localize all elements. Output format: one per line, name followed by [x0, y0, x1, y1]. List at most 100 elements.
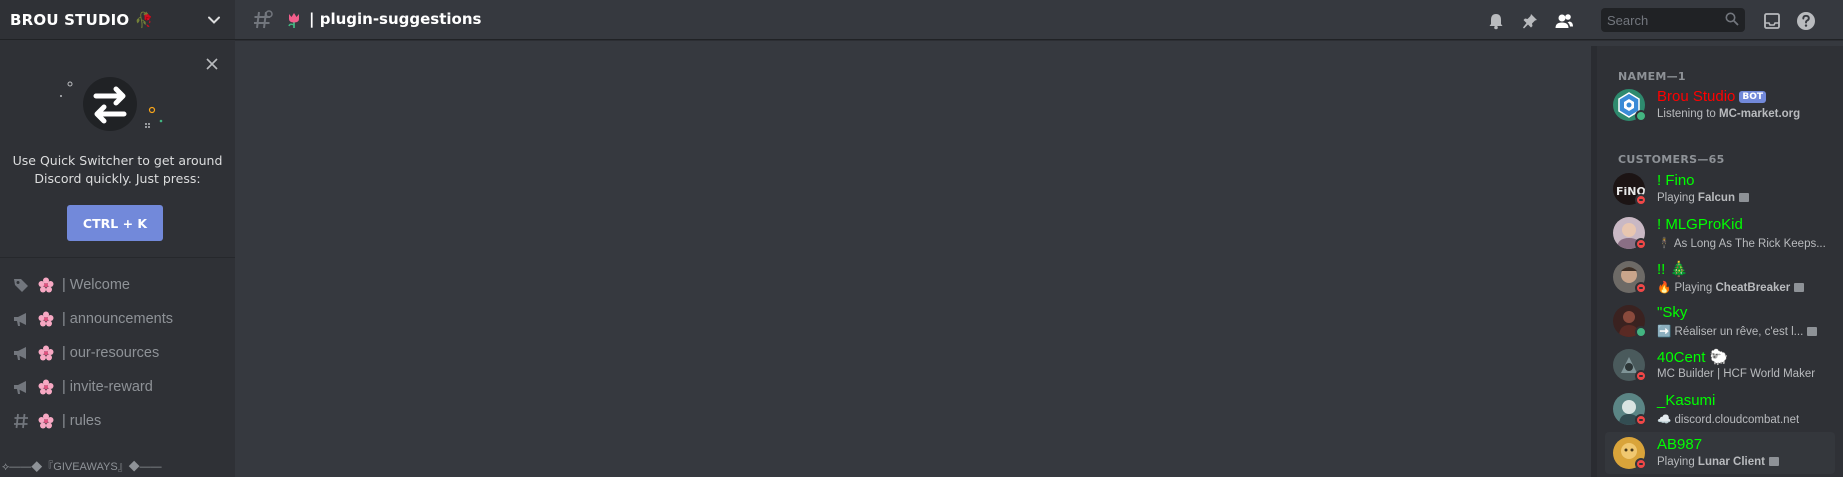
chat-area	[235, 41, 1591, 477]
channel-name: | Welcome	[62, 277, 130, 293]
hash-icon	[12, 412, 30, 430]
member-activity: ➡️ Réaliser un rêve, c'est l...	[1657, 324, 1818, 338]
member-name: !! 🎄	[1657, 261, 1689, 278]
quick-switcher-button[interactable]: CTRL + K	[67, 205, 163, 241]
member-item[interactable]: 40Cent 🐑 MC Builder | HCF World Maker	[1605, 344, 1835, 386]
bot-name: Brou Studio	[1657, 88, 1736, 105]
member-activity: 🔥 Playing CheatBreaker	[1657, 280, 1805, 294]
help-icon[interactable]	[1795, 10, 1817, 32]
activity-prefix: ☁️ discord.cloudcombat.net	[1657, 414, 1800, 426]
bot-tag: BOT	[1739, 91, 1767, 103]
member-bot[interactable]: Brou Studio BOT Listening to MC-market.or…	[1605, 84, 1835, 126]
chevron-down-icon[interactable]	[205, 11, 223, 29]
channel-announcements[interactable]: | announcements	[0, 302, 235, 336]
member-name: AB987	[1657, 436, 1703, 453]
channel-list: | Welcome | announcements | our-resource…	[0, 268, 235, 438]
rich-presence-icon	[1738, 193, 1749, 202]
dnd-status-icon	[1635, 194, 1647, 206]
member-activity: ☁️ discord.cloudcombat.net	[1657, 412, 1799, 426]
member-name: Brou Studio BOT	[1657, 88, 1767, 105]
cherry-blossom-icon	[38, 277, 54, 293]
channel-our-resources[interactable]: | our-resources	[0, 336, 235, 370]
pin-icon[interactable]	[1519, 10, 1541, 32]
quick-switcher-line2: Discord quickly. Just press:	[34, 171, 201, 186]
rich-presence-icon	[1794, 283, 1805, 292]
cherry-blossom-icon	[38, 311, 54, 327]
member-activity: 🕴 As Long As The Rick Keeps...	[1657, 236, 1826, 250]
online-status-icon	[1635, 326, 1647, 338]
member-activity: Playing Lunar Client	[1657, 456, 1780, 468]
member-name: ! MLGProKid	[1657, 216, 1743, 233]
text-channel-hash-icon	[254, 10, 273, 29]
channel-name: | our-resources	[62, 345, 160, 361]
member-item[interactable]: _Kasumi ☁️ discord.cloudcombat.net	[1605, 388, 1835, 430]
channel-title: | plugin-suggestions	[309, 10, 482, 28]
activity-prefix: Listening to	[1657, 108, 1720, 120]
quick-switcher-tip: Use Quick Switcher to get around Discord…	[0, 46, 235, 258]
activity-prefix: MC Builder | HCF World Maker	[1657, 368, 1816, 380]
megaphone-icon	[12, 378, 30, 396]
member-activity: MC Builder | HCF World Maker	[1657, 368, 1815, 380]
rich-presence-icon	[1769, 457, 1780, 466]
dnd-status-icon	[1635, 458, 1647, 470]
member-activity: Playing Falcun	[1657, 192, 1749, 204]
member-list: NAMEM—1 Brou Studio BOT Listening to MC-m…	[1597, 46, 1843, 477]
member-item[interactable]: AB987 Playing Lunar Client	[1605, 432, 1835, 474]
tulip-icon	[288, 13, 299, 28]
activity-prefix: ➡️ Réaliser un rêve, c'est l...	[1657, 326, 1804, 338]
channel-header: | plugin-suggestions	[235, 0, 1843, 40]
megaphone-icon	[12, 310, 30, 328]
member-name: "Sky	[1657, 304, 1688, 321]
quick-switcher-text: Use Quick Switcher to get around Discord…	[8, 152, 227, 188]
search-input[interactable]	[1607, 12, 1725, 28]
activity-prefix: Playing	[1657, 192, 1698, 204]
member-name: 40Cent 🐑	[1657, 349, 1729, 366]
category-label: ⟡——◆『GIVEAWAYS』◆——	[2, 461, 162, 473]
activity-detail: Falcun	[1697, 192, 1735, 204]
channel-welcome[interactable]: | Welcome	[0, 268, 235, 302]
channel-name: | rules	[62, 413, 102, 429]
search-bar[interactable]	[1601, 8, 1745, 32]
cherry-blossom-icon	[38, 413, 54, 429]
member-group-header: CUSTOMERS—65	[1618, 153, 1725, 166]
close-icon[interactable]	[205, 56, 219, 70]
dnd-status-icon	[1635, 282, 1647, 294]
member-name: _Kasumi	[1657, 392, 1716, 409]
member-item[interactable]: "Sky ➡️ Réaliser un rêve, c'est l...	[1605, 300, 1835, 342]
member-list-icon[interactable]	[1553, 10, 1575, 32]
online-status-icon	[1635, 110, 1647, 122]
quick-switcher-line1: Use Quick Switcher to get around	[12, 153, 223, 168]
member-item[interactable]: FiNO ! Fino Playing Falcun	[1605, 168, 1835, 210]
activity-prefix: 🔥 Playing	[1657, 282, 1716, 294]
member-activity: Listening to MC-market.org	[1657, 108, 1800, 120]
activity-detail: MC-market.org	[1719, 108, 1801, 120]
activity-detail: CheatBreaker	[1715, 282, 1791, 294]
member-name: ! Fino	[1657, 172, 1695, 189]
activity-detail: Lunar Client	[1697, 456, 1766, 468]
megaphone-icon	[12, 344, 30, 362]
inbox-icon[interactable]	[1761, 10, 1783, 32]
member-item[interactable]: !! 🎄 🔥 Playing CheatBreaker	[1605, 256, 1835, 298]
channel-name: | announcements	[62, 311, 173, 327]
member-group-header: NAMEM—1	[1618, 70, 1686, 83]
dnd-status-icon	[1635, 370, 1647, 382]
channel-name: | invite-reward	[62, 379, 153, 395]
category-giveaways[interactable]: ⟡——◆『GIVEAWAYS』◆——	[0, 458, 235, 474]
guild-header[interactable]: BROU STUDIO 🥀	[0, 0, 235, 40]
channel-rules[interactable]: | rules	[0, 404, 235, 438]
dnd-status-icon	[1635, 238, 1647, 250]
dnd-status-icon	[1635, 414, 1647, 426]
search-icon	[1725, 11, 1739, 30]
activity-prefix: 🕴 As Long As The Rick Keeps...	[1657, 238, 1826, 250]
quick-switcher-illustration-icon	[60, 77, 163, 131]
cherry-blossom-icon	[38, 345, 54, 361]
guild-name: BROU STUDIO 🥀	[10, 10, 154, 29]
activity-prefix: Playing	[1657, 456, 1698, 468]
channel-sidebar: BROU STUDIO 🥀 Use Quick Switcher to get …	[0, 0, 235, 477]
cherry-blossom-icon	[38, 379, 54, 395]
rich-presence-icon	[1807, 327, 1818, 336]
member-item[interactable]: ! MLGProKid 🕴 As Long As The Rick Keeps.…	[1605, 212, 1835, 254]
tag-icon	[12, 276, 30, 294]
bell-icon[interactable]	[1485, 10, 1507, 32]
channel-invite-reward[interactable]: | invite-reward	[0, 370, 235, 404]
